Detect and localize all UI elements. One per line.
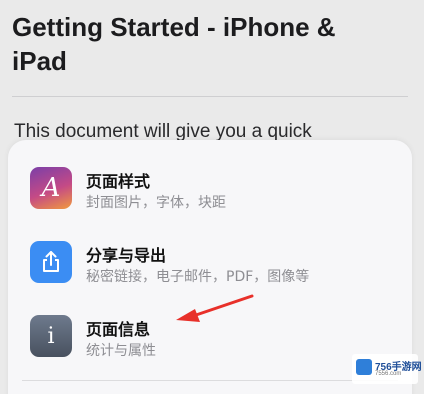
info-glyph: i — [47, 323, 55, 349]
watermark-logo-icon — [356, 359, 372, 375]
menu-item-subtitle: 秘密链接，电子邮件，PDF，图像等 — [86, 269, 310, 285]
share-icon — [30, 241, 72, 283]
page-style-icon: A — [30, 167, 72, 209]
menu-item-subtitle: 封面图片，字体，块距 — [86, 195, 226, 211]
menu-item-title: 页面信息 — [86, 320, 151, 339]
menu-item-title: 页面样式 — [86, 172, 151, 191]
watermark: 756手游网 7556.com — [352, 354, 422, 384]
document-divider — [12, 96, 408, 97]
sheet-divider — [22, 380, 398, 381]
menu-item-subtitle: 统计与属性 — [86, 343, 156, 359]
watermark-sub: 7556.com — [375, 371, 402, 377]
menu-item-title: 分享与导出 — [86, 246, 167, 265]
page-style-glyph: A — [41, 173, 61, 203]
info-icon: i — [30, 315, 72, 357]
menu-item-share-export[interactable]: 分享与导出 秘密链接，电子邮件，PDF，图像等 — [8, 224, 412, 304]
document-title: Getting Started - iPhone & iPad — [12, 12, 336, 76]
menu-item-page-style[interactable]: A 页面样式 封面图片，字体，块距 — [8, 150, 412, 230]
